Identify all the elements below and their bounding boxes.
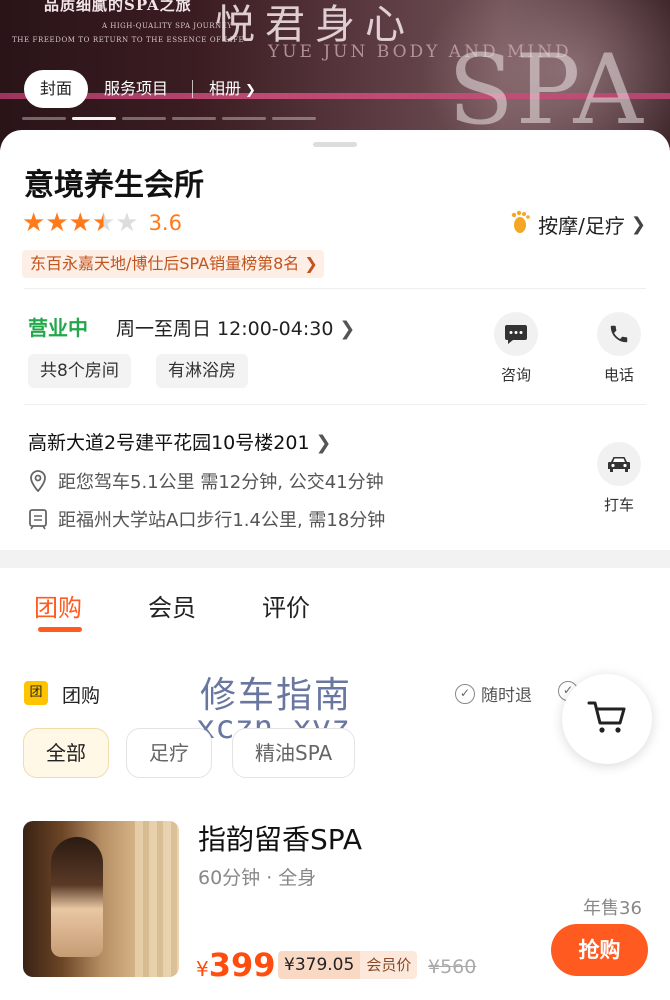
deal-price: ¥399 bbox=[196, 946, 276, 984]
feature-tag: 共8个房间 bbox=[28, 354, 131, 388]
cart-button[interactable] bbox=[562, 674, 652, 764]
hero-tab-bar: 封面 服务项目 相册 ❯ bbox=[24, 70, 256, 108]
shop-category-label: 按摩/足疗 bbox=[538, 214, 625, 238]
member-price-badge: ¥379.05 会员价 bbox=[278, 951, 418, 979]
shop-category[interactable]: 按摩/足疗 ❯ bbox=[510, 210, 646, 239]
cart-icon bbox=[587, 699, 627, 739]
hero-tab-cover[interactable]: 封面 bbox=[24, 70, 89, 108]
filter-foot-massage[interactable]: 足疗 bbox=[126, 728, 212, 778]
group-buy-badge-icon: 团 bbox=[24, 681, 48, 705]
carousel-dot[interactable] bbox=[172, 117, 216, 120]
drive-info: 距您驾车5.1公里 需12分钟, 公交41分钟 bbox=[28, 468, 384, 494]
chat-icon bbox=[494, 312, 538, 356]
member-price: ¥379.05 bbox=[278, 951, 361, 979]
footprint-icon bbox=[510, 210, 532, 239]
chevron-right-icon: ❯ bbox=[315, 432, 332, 454]
rating-score: 3.6 bbox=[148, 211, 182, 235]
banner-tagline-en2: THE FREEDOM TO RETURN TO THE ESSENCE OF … bbox=[12, 36, 245, 44]
phone-icon bbox=[597, 312, 641, 356]
taxi-button[interactable]: 打车 bbox=[589, 442, 649, 515]
filter-oil-spa[interactable]: 精油SPA bbox=[232, 728, 356, 778]
tab-member[interactable]: 会员 bbox=[148, 588, 196, 623]
business-hours[interactable]: 周一至周日 12:00-04:30 ❯ bbox=[116, 314, 355, 341]
deal-title[interactable]: 指韵留香SPA bbox=[198, 818, 362, 858]
star-icon: ★ bbox=[22, 208, 46, 238]
deals-section: 团购 会员 评价 团 团购 ✓ 随时退 ✓ 修车指南 xczn.xyz 全部 足… bbox=[0, 568, 670, 1000]
metro-info-text: 距福州大学站A口步行1.4公里, 需18分钟 bbox=[58, 510, 386, 531]
hero-tab-services[interactable]: 服务项目 bbox=[88, 70, 184, 108]
carousel-dot[interactable] bbox=[22, 117, 66, 120]
drag-handle[interactable] bbox=[313, 142, 357, 147]
shop-name: 意境养生会所 bbox=[24, 168, 204, 203]
carousel-dot-active[interactable] bbox=[72, 117, 116, 120]
feature-tag: 有淋浴房 bbox=[156, 354, 248, 388]
open-status: 营业中 bbox=[28, 316, 88, 340]
chevron-right-icon: ❯ bbox=[339, 318, 356, 340]
hero-banner[interactable]: 品质细腻的SPA之旅 A HIGH-QUALITY SPA JOURNEY TH… bbox=[0, 0, 670, 150]
carousel-dot[interactable] bbox=[122, 117, 166, 120]
member-price-label: 会员价 bbox=[360, 951, 418, 979]
star-icon: ★ bbox=[45, 208, 69, 238]
filter-all[interactable]: 全部 bbox=[23, 728, 109, 778]
chevron-right-icon: ❯ bbox=[245, 83, 256, 98]
car-icon bbox=[597, 442, 641, 486]
carousel-indicator bbox=[22, 117, 316, 120]
taxi-label: 打车 bbox=[603, 496, 634, 514]
star-half-icon: ★ bbox=[91, 208, 116, 238]
buy-button[interactable]: 抢购 bbox=[551, 924, 648, 976]
banner-brand-spa: SPA bbox=[448, 34, 645, 146]
deal-price-value: 399 bbox=[208, 946, 276, 984]
star-empty-icon: ★ bbox=[115, 208, 139, 238]
tab-group-buy[interactable]: 团购 bbox=[34, 588, 82, 623]
consult-button[interactable]: 咨询 bbox=[486, 312, 546, 385]
rating[interactable]: ★ ★ ★ ★ ★ 3.6 bbox=[22, 208, 182, 238]
divider bbox=[24, 404, 646, 405]
active-tab-indicator bbox=[38, 627, 82, 632]
deal-subtitle: 60分钟 · 全身 bbox=[198, 867, 317, 889]
metro-info: 距福州大学站A口步行1.4公里, 需18分钟 bbox=[28, 506, 385, 532]
chevron-right-icon: ❯ bbox=[304, 254, 318, 273]
drive-info-text: 距您驾车5.1公里 需12分钟, 公交41分钟 bbox=[58, 472, 384, 493]
carousel-dot[interactable] bbox=[222, 117, 266, 120]
chevron-right-icon: ❯ bbox=[630, 214, 646, 235]
shop-address[interactable]: 高新大道2号建平花园10号楼201 ❯ bbox=[28, 428, 331, 455]
hero-tab-album[interactable]: 相册 ❯ bbox=[192, 80, 256, 98]
rank-badge[interactable]: 东百永嘉天地/博仕后SPA销量榜第8名 ❯ bbox=[22, 250, 324, 278]
consult-label: 咨询 bbox=[500, 366, 531, 384]
carousel-dot[interactable] bbox=[272, 117, 316, 120]
metro-icon bbox=[28, 508, 50, 530]
tab-reviews[interactable]: 评价 bbox=[262, 588, 310, 623]
divider bbox=[24, 288, 646, 289]
assurance-anytime-refund: ✓ 随时退 bbox=[455, 681, 532, 706]
deal-image[interactable] bbox=[23, 821, 179, 977]
deal-sold-count: 年售36 bbox=[583, 898, 642, 919]
banner-tagline-en1: A HIGH-QUALITY SPA JOURNEY bbox=[102, 22, 233, 30]
check-circle-icon: ✓ bbox=[455, 683, 475, 704]
deal-image-figure bbox=[51, 837, 103, 957]
banner-tagline-cn: 品质细腻的SPA之旅 bbox=[44, 0, 192, 14]
phone-label: 电话 bbox=[603, 366, 634, 384]
location-pin-icon bbox=[28, 470, 50, 492]
shop-info-card: 意境养生会所 ★ ★ ★ ★ ★ 3.6 按摩/足疗 ❯ 东百永嘉天地/博仕后S… bbox=[0, 130, 670, 550]
phone-button[interactable]: 电话 bbox=[589, 312, 649, 385]
currency-symbol: ¥ bbox=[196, 957, 209, 981]
deal-image-curtain bbox=[135, 821, 179, 977]
star-icon: ★ bbox=[68, 208, 92, 238]
original-price: ¥560 bbox=[428, 956, 477, 978]
group-buy-title: 团购 bbox=[62, 685, 101, 707]
